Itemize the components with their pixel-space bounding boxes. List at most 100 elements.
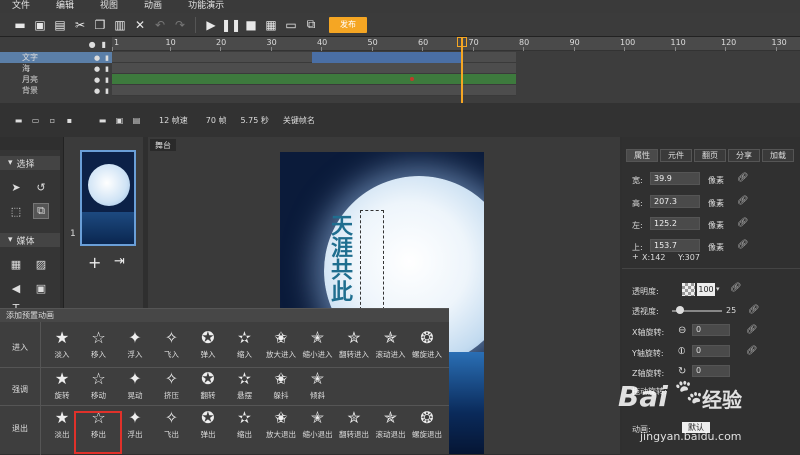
effect-emphasis-item[interactable]: ✫ 悬摆 [228, 370, 262, 406]
publish-button[interactable]: 发布 [329, 16, 367, 33]
effect-enter-item[interactable]: ✪ 弹入 [191, 329, 225, 365]
eye-icon[interactable]: ● [94, 65, 100, 73]
link-icon[interactable]: 🔗︎ [730, 283, 741, 293]
preview-icon[interactable]: ▭ [281, 15, 301, 35]
width-field[interactable]: 39.9 [650, 172, 700, 185]
effect-emphasis-item[interactable]: ✬ 躲抖 [264, 370, 298, 406]
effect-enter-item[interactable]: ✬ 放大进入 [264, 329, 298, 365]
paste-icon[interactable]: ▥ [110, 15, 130, 35]
save-icon[interactable]: ▤ [50, 15, 70, 35]
menu-demo[interactable]: 功能演示 [176, 0, 238, 13]
frame-icon[interactable]: ▬ [96, 115, 109, 125]
height-field[interactable]: 207.3 [650, 195, 700, 208]
eye-icon[interactable]: ● [94, 54, 100, 62]
tab-load[interactable]: 加载 [762, 149, 794, 162]
effect-enter-item[interactable]: ★ 淡入 [45, 329, 79, 365]
select-section-header[interactable]: ▾ 选择 [0, 156, 60, 170]
layer-row-background[interactable]: 背景 ● ▮ [0, 85, 112, 96]
redo-icon[interactable]: ↷ [170, 15, 190, 35]
effect-emphasis-item[interactable]: ★ 旋转 [45, 370, 79, 406]
track-moon[interactable] [112, 74, 516, 85]
layer-row-sea[interactable]: 海 ● ▮ [0, 63, 112, 74]
export-icon[interactable]: ⧉ [301, 15, 321, 35]
shape-tool-icon[interactable]: ↺ [33, 179, 49, 195]
menu-file[interactable]: 文件 [0, 0, 44, 13]
lock-icon[interactable]: ▮ [105, 76, 109, 84]
opacity-swatch[interactable] [682, 283, 695, 296]
effect-enter-item[interactable]: ✫ 缩入 [228, 329, 262, 365]
layer-row-text[interactable]: 文字 ● ▮ [0, 52, 112, 63]
effect-enter-item[interactable]: ✧ 飞入 [155, 329, 189, 365]
lock-icon[interactable]: ▮ [105, 54, 109, 62]
x-rotation-field[interactable]: 0 [692, 324, 730, 336]
tab-pageturn[interactable]: 翻页 [694, 149, 726, 162]
arrow-tool-icon[interactable]: ➤ [8, 179, 24, 195]
effect-exit-item[interactable]: ✦ 浮出 [118, 409, 152, 445]
tab-symbols[interactable]: 元件 [660, 149, 692, 162]
effect-exit-item[interactable]: ✭ 缩小退出 [301, 409, 335, 445]
undo-icon[interactable]: ↶ [150, 15, 170, 35]
eye-icon[interactable]: ● [94, 76, 100, 84]
link-icon[interactable]: 🔗︎ [746, 346, 757, 356]
link-icon[interactable]: 🔗︎ [748, 305, 759, 315]
eye-icon[interactable]: ● [89, 40, 96, 49]
open-icon[interactable]: ▣ [30, 15, 50, 35]
top-field[interactable]: 153.7 [650, 239, 700, 252]
lock-icon[interactable]: ▮ [105, 87, 109, 95]
effect-exit-item[interactable]: ✪ 弹出 [191, 409, 225, 445]
grid-icon[interactable]: ▦ [8, 256, 24, 272]
effect-exit-item[interactable]: ✬ 放大退出 [264, 409, 298, 445]
folder-icon[interactable]: ▭ [29, 115, 42, 125]
delete-layer-icon[interactable]: ▪ [63, 115, 76, 125]
cut-icon[interactable]: ✂ [70, 15, 90, 35]
copy-icon[interactable]: ❐ [90, 15, 110, 35]
crop-tool-icon[interactable]: ⧉ [33, 203, 49, 219]
play-icon[interactable]: ▶ [201, 15, 221, 35]
copy-layer-icon[interactable]: ▫ [46, 115, 59, 125]
delete-icon[interactable]: ✕ [130, 15, 150, 35]
perspective-slider-handle[interactable] [676, 306, 684, 314]
z-rotation-field[interactable]: 0 [692, 365, 730, 377]
add-layer-icon[interactable]: ▬ [12, 115, 25, 125]
menu-edit[interactable]: 编辑 [44, 0, 88, 13]
effect-exit-item[interactable]: ✫ 缩出 [228, 409, 262, 445]
effect-emphasis-item[interactable]: ✦ 晃动 [118, 370, 152, 406]
left-field[interactable]: 125.2 [650, 217, 700, 230]
y-rotation-field[interactable]: 0 [692, 345, 730, 357]
video-icon[interactable]: ▣ [33, 280, 49, 296]
link-icon[interactable]: 🔗︎ [746, 325, 757, 335]
tab-properties[interactable]: 属性 [626, 149, 658, 162]
link-icon[interactable]: 🔗︎ [737, 196, 748, 206]
effect-enter-item[interactable]: ✭ 缩小进入 [301, 329, 335, 365]
qrcode-icon[interactable]: ▦ [261, 15, 281, 35]
selection-box[interactable] [360, 210, 384, 310]
page-thumbnail[interactable] [80, 150, 136, 246]
tab-share[interactable]: 分享 [728, 149, 760, 162]
track-text-tween[interactable] [312, 52, 462, 63]
effect-emphasis-item[interactable]: ☆ 移动 [82, 370, 116, 406]
effect-exit-item[interactable]: ❂ 螺旋退出 [410, 409, 444, 445]
effect-exit-item[interactable]: ✮ 翻转退出 [337, 409, 371, 445]
effect-emphasis-item[interactable]: ✪ 翻转 [191, 370, 225, 406]
track-empty-area[interactable] [516, 52, 800, 96]
link-icon[interactable]: 🔗︎ [737, 218, 748, 228]
poem-text[interactable]: 天涯共此 [327, 214, 354, 302]
import-page-icon[interactable]: ⇥ [114, 254, 125, 269]
keyframe-icon[interactable]: ▣ [113, 115, 126, 125]
keyframe-marker[interactable] [410, 77, 414, 81]
add-page-icon[interactable]: + [88, 253, 101, 272]
opacity-field[interactable]: 100 [697, 283, 715, 296]
timeline-ruler[interactable]: 1 10 20 30 40 50 60 70 80 90 100 110 120 130 [112, 37, 800, 51]
new-icon[interactable]: ▬ [10, 15, 30, 35]
effect-emphasis-item[interactable]: ✧ 挤压 [155, 370, 189, 406]
image-icon[interactable]: ▨ [33, 256, 49, 272]
effect-exit-item[interactable]: ✯ 滚动退出 [374, 409, 408, 445]
blank-frame-icon[interactable]: ▤ [130, 115, 143, 125]
dropdown-icon[interactable]: ▾ [716, 285, 720, 293]
effect-enter-item[interactable]: ✮ 翻转进入 [337, 329, 371, 365]
tab-stage[interactable]: 舞台 [150, 139, 176, 151]
effect-enter-item[interactable]: ☆ 移入 [82, 329, 116, 365]
lock-icon[interactable]: ▮ [105, 65, 109, 73]
effect-exit-item[interactable]: ✧ 飞出 [155, 409, 189, 445]
effect-enter-item[interactable]: ✯ 滚动进入 [374, 329, 408, 365]
